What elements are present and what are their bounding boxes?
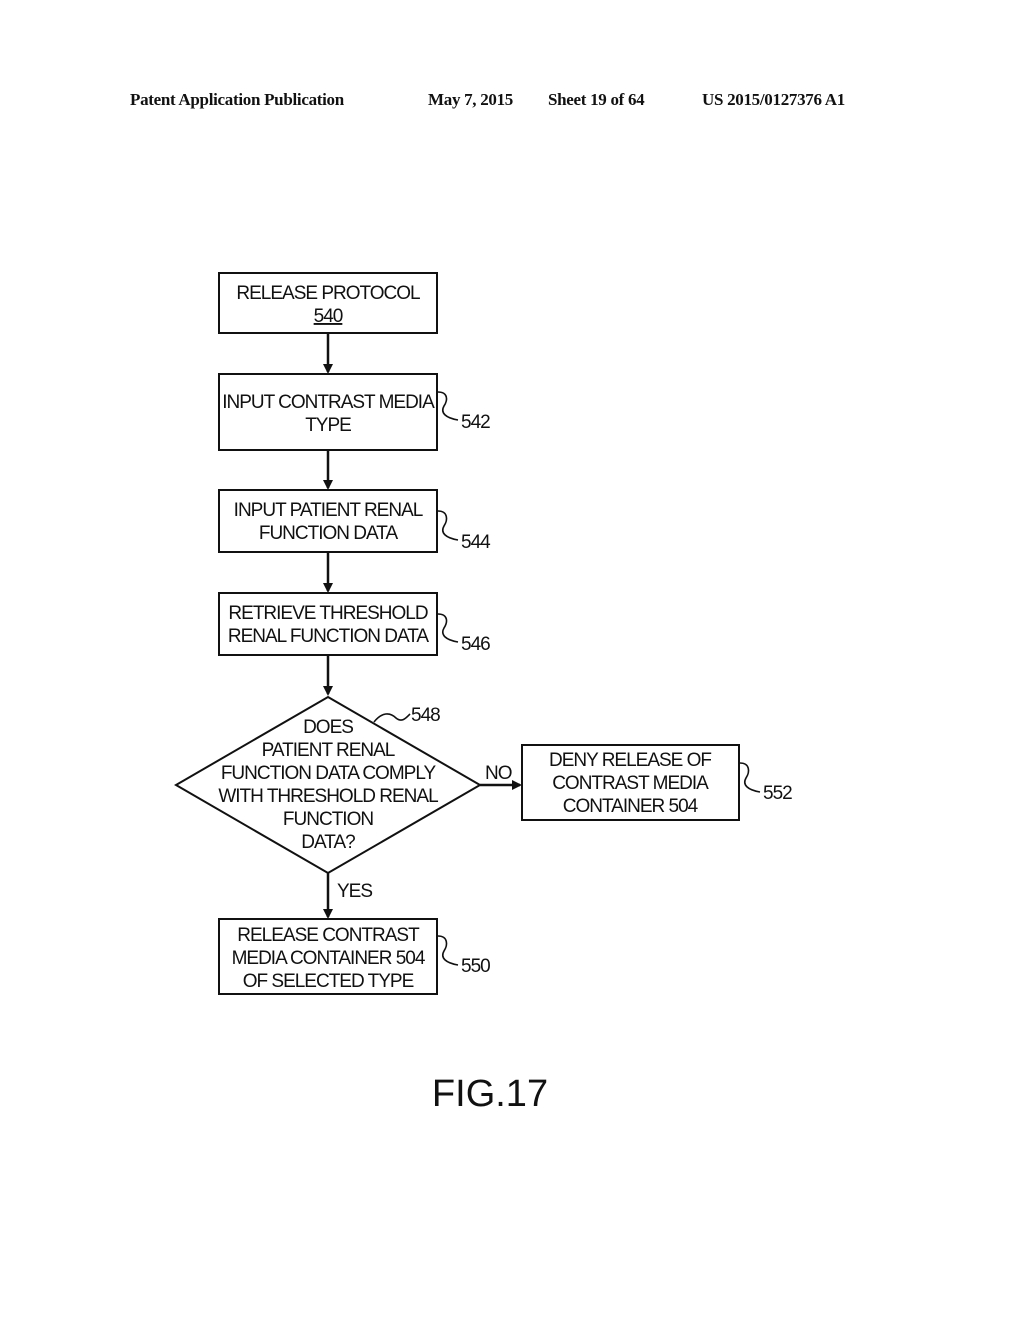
ref-552: 552 — [763, 783, 792, 804]
step-box-550: RELEASE CONTRAST MEDIA CONTAINER 504 OF … — [218, 918, 438, 995]
leader-542 — [437, 391, 459, 421]
step-546-line1: RETRIEVE THRESHOLD — [228, 603, 427, 624]
start-box-text: RELEASE PROTOCOL — [236, 283, 420, 304]
decision-line2: PATIENT RENAL — [262, 740, 395, 761]
step-546-line2: RENAL FUNCTION DATA — [228, 626, 430, 647]
step-542-line1: INPUT CONTRAST MEDIA — [222, 392, 435, 413]
decision-line1: DOES — [303, 717, 353, 738]
leader-550 — [437, 935, 459, 966]
ref-546: 546 — [461, 634, 490, 655]
ref-548: 548 — [411, 705, 440, 726]
step-550-line2: MEDIA CONTAINER 504 — [232, 948, 426, 969]
flowchart: RELEASE PROTOCOL 540 INPUT CONTRAST MEDI… — [174, 272, 793, 1115]
yes-label: YES — [337, 881, 372, 902]
no-label: NO — [485, 763, 512, 784]
decision-line3: FUNCTION DATA COMPLY — [221, 763, 437, 784]
decision-line5: FUNCTION — [283, 809, 373, 830]
ref-550: 550 — [461, 956, 490, 977]
step-box-546: RETRIEVE THRESHOLD RENAL FUNCTION DATA — [218, 592, 438, 656]
leader-544 — [437, 510, 459, 541]
step-552-line3: CONTAINER 504 — [563, 796, 699, 817]
step-550-line3: OF SELECTED TYPE — [243, 971, 414, 992]
step-552-line2: CONTRAST MEDIA — [552, 773, 709, 794]
decision-line4: WITH THRESHOLD RENAL — [218, 786, 438, 807]
figure-label: FIG.17 — [432, 1073, 548, 1115]
decision-line6: DATA? — [301, 832, 355, 853]
step-550-line1: RELEASE CONTRAST — [237, 925, 420, 946]
step-542-line2: TYPE — [305, 415, 351, 436]
leader-548 — [373, 713, 411, 723]
ref-544: 544 — [461, 532, 491, 553]
ref-542: 542 — [461, 412, 490, 433]
step-box-552: DENY RELEASE OF CONTRAST MEDIA CONTAINER… — [521, 744, 740, 821]
leader-546 — [437, 613, 459, 643]
step-552-line1: DENY RELEASE OF — [549, 750, 711, 771]
start-box-ref: 540 — [314, 306, 343, 327]
leader-552 — [739, 762, 761, 793]
start-box-release-protocol: RELEASE PROTOCOL 540 — [218, 272, 438, 334]
step-544-line1: INPUT PATIENT RENAL — [234, 500, 423, 521]
step-box-544: INPUT PATIENT RENAL FUNCTION DATA — [218, 489, 438, 553]
step-544-line2: FUNCTION DATA — [259, 523, 399, 544]
step-box-542: INPUT CONTRAST MEDIA TYPE — [218, 373, 438, 451]
